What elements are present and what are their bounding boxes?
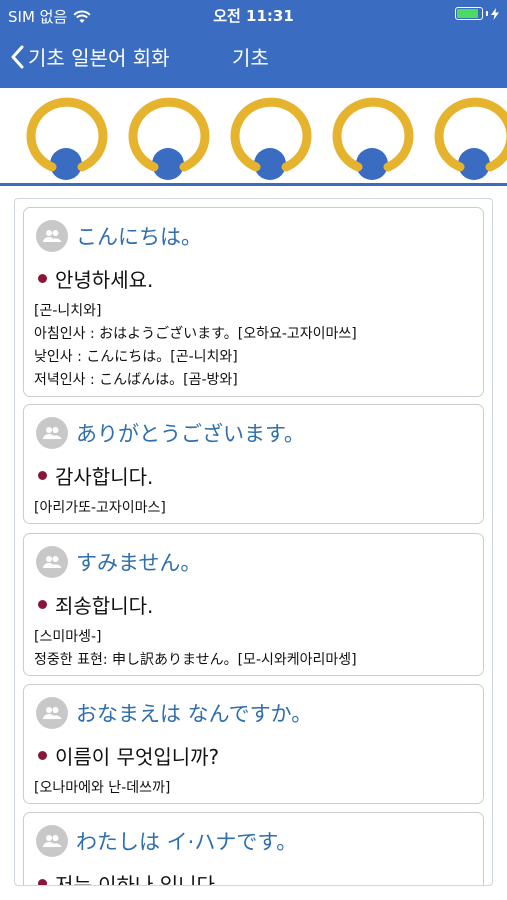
bullet-icon (38, 471, 47, 480)
user-group-icon (36, 825, 68, 857)
ring-icon (26, 97, 108, 180)
bullet-icon (38, 274, 47, 283)
note-line: 낮인사 : こんにちは。[곤-니치와] (34, 349, 238, 365)
note-line: [곤-니치와] (34, 303, 102, 319)
japanese-phrase: すみません。 (76, 551, 202, 575)
ring-icon (434, 97, 507, 180)
user-group-icon (36, 546, 68, 578)
page-title: 기초 (232, 46, 269, 70)
phrase-list[interactable]: こんにちは。 안녕하세요. [곤-니치와] 아침인사 : おはようございます。[… (14, 198, 493, 886)
phrase-notes: [곤-니치와] 아침인사 : おはようございます。[오하요-고자이마쓰] 낮인사… (34, 300, 357, 392)
note-line: [스미마셍-] (34, 629, 102, 645)
user-group-icon (36, 417, 68, 449)
korean-translation: 안녕하세요. (55, 268, 154, 292)
note-line: [오나마에와 난-데쓰까] (34, 780, 171, 796)
phrase-notes: [오나마에와 난-데쓰까] (34, 777, 170, 800)
korean-translation: 저는 이하나 입니다. (55, 873, 222, 886)
navigation-bar: 기초 일본어 회화 기초 (0, 34, 507, 78)
phrase-notes: [아리가또-고자이마스] (34, 497, 166, 520)
charging-icon (491, 7, 499, 20)
status-bar: SIM 없음 오전 11:31 (0, 0, 507, 30)
note-line: [아리가또-고자이마스] (34, 500, 166, 516)
korean-translation: 감사합니다. (55, 465, 154, 489)
back-button-label: 기초 일본어 회화 (28, 46, 170, 70)
notebook-rings (0, 97, 507, 186)
korean-translation: 이름이 무엇입니까? (55, 745, 220, 769)
bullet-icon (38, 879, 47, 885)
japanese-phrase: わたしは イ·ハナです。 (76, 830, 298, 854)
ring-icon (332, 97, 414, 180)
japanese-phrase: ありがとうございます。 (76, 422, 305, 446)
phrase-card[interactable]: ありがとうございます。 감사합니다. [아리가또-고자이마스] (23, 404, 484, 524)
phrase-notes: [스미마셍-] 정중한 표현: 申し訳ありません。[모-시와케아리마셍] (34, 626, 357, 672)
korean-translation: 죄송합니다. (55, 594, 154, 618)
japanese-phrase: おなまえは なんですか。 (76, 702, 313, 726)
back-button[interactable]: 기초 일본어 회화 (10, 42, 170, 71)
japanese-phrase: こんにちは。 (76, 225, 202, 249)
clock: 오전 11:31 (213, 7, 294, 25)
ring-icon (128, 97, 210, 180)
phrase-card[interactable]: すみません。 죄송합니다. [스미마셍-] 정중한 표현: 申し訳ありません。[… (23, 533, 484, 676)
phrase-card[interactable]: こんにちは。 안녕하세요. [곤-니치와] 아침인사 : おはようございます。[… (23, 207, 484, 397)
bullet-icon (38, 600, 47, 609)
user-group-icon (36, 697, 68, 729)
note-line: 정중한 표현: 申し訳ありません。[모-시와케아리마셍] (34, 652, 357, 668)
phrase-card[interactable]: おなまえは なんですか。 이름이 무엇입니까? [오나마에와 난-데쓰까] (23, 684, 484, 804)
bullet-icon (38, 751, 47, 760)
phrase-card[interactable]: わたしは イ·ハナです。 저는 이하나 입니다. (23, 812, 484, 886)
chevron-left-icon (11, 45, 24, 68)
note-line: 저녁인사 : こんばんは。[곰-방와] (34, 372, 238, 388)
user-group-icon (36, 220, 68, 252)
note-line: 아침인사 : おはようございます。[오하요-고자이마쓰] (34, 326, 357, 342)
ring-icon (230, 97, 312, 180)
battery-icon (455, 7, 499, 20)
